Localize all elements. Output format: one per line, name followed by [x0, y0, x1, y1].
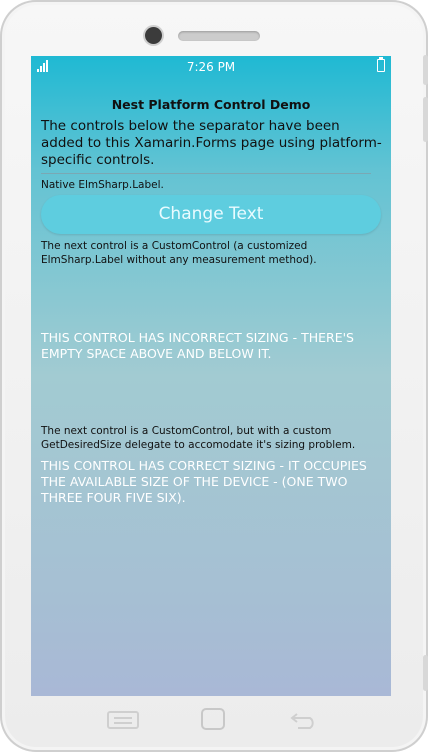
earpiece-speaker	[178, 31, 260, 41]
custom-control-sized-note: The next control is a CustomControl, but…	[41, 425, 356, 451]
page-title: Nest Platform Control Demo	[111, 97, 311, 112]
phone-frame: 7:26 PM Nest Platform Control Demo The c…	[0, 0, 428, 752]
change-text-button[interactable]: Change Text	[41, 195, 381, 234]
correct-sizing-control: THIS CONTROL HAS CORRECT SIZING - IT OCC…	[41, 458, 367, 505]
separator	[41, 173, 371, 174]
volume-up-button[interactable]	[423, 55, 428, 85]
back-icon[interactable]	[287, 708, 321, 732]
home-icon[interactable]	[201, 708, 225, 730]
front-camera	[145, 27, 162, 44]
power-button[interactable]	[423, 655, 428, 691]
native-label: Native ElmSharp.Label.	[41, 179, 164, 191]
custom-control-note: The next control is a CustomControl (a c…	[41, 240, 317, 266]
volume-down-button[interactable]	[423, 97, 428, 142]
battery-icon	[377, 57, 385, 72]
incorrect-sizing-control: THIS CONTROL HAS INCORRECT SIZING - THER…	[41, 330, 354, 361]
menu-icon[interactable]	[106, 708, 140, 732]
device-screen: 7:26 PM Nest Platform Control Demo The c…	[31, 56, 391, 696]
status-bar: 7:26 PM	[31, 56, 391, 78]
page-description: The controls below the separator have be…	[41, 118, 382, 168]
status-time: 7:26 PM	[186, 60, 236, 74]
